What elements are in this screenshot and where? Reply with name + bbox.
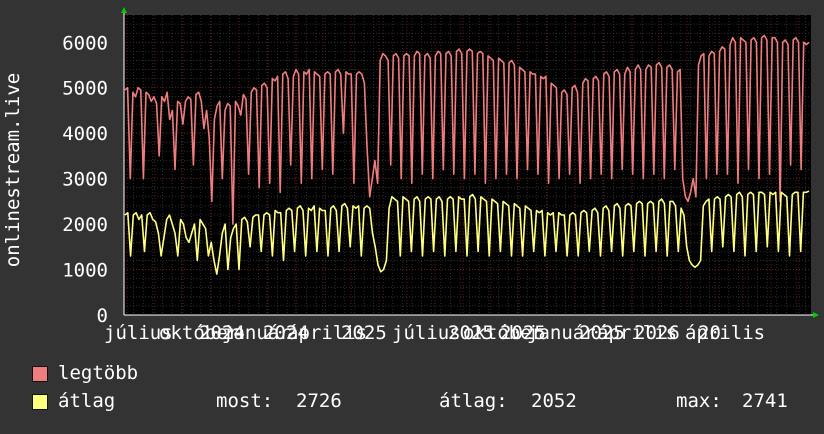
legend-label-max: legtöbb (58, 362, 139, 384)
x-axis-arrow-icon (813, 312, 819, 318)
stat-now-value: 2726 (296, 390, 342, 412)
y-axis-arrow-icon (121, 7, 127, 13)
x-tick-label: április (685, 322, 765, 344)
y-tick-label: 2000 (62, 214, 108, 236)
x-tick-label: 2026 (634, 322, 680, 344)
y-tick-label: 1000 (62, 260, 108, 282)
stat-max-value: 2741 (742, 390, 788, 412)
stat-avg-label: átlag: (439, 390, 508, 412)
chart-canvas: 0 1000 2000 3000 4000 5000 6000 július október 2… (0, 0, 824, 430)
stat-avg-value: 2052 (531, 390, 577, 412)
y-tick-label: 3000 (62, 169, 108, 191)
stat-max-label: max: (676, 390, 722, 412)
x-tick-labels: júliusoktóber2024január2024április2025 jú… (104, 322, 765, 344)
y-tick-label: 5000 (62, 78, 108, 100)
legend-swatch-avg (32, 394, 48, 410)
stat-now-label: most: (216, 390, 274, 412)
legend-label-avg: átlag (58, 390, 116, 412)
y-axis-label: onlinestream.live (2, 73, 24, 267)
legend-swatch-max (32, 366, 48, 382)
x-tick-label: 2025 (341, 322, 387, 344)
y-tick-labels: 0100020003000400050006000 (62, 32, 108, 327)
y-tick-label: 4000 (62, 123, 108, 145)
y-tick-label: 6000 (62, 32, 108, 54)
x-tick-label: 20 (698, 322, 721, 344)
